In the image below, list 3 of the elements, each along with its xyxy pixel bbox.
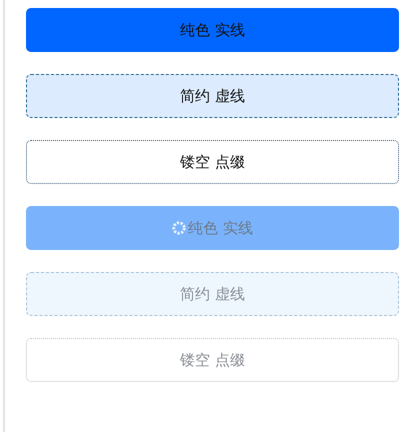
button[interactable]: 简约 虚线: [26, 74, 399, 118]
button[interactable]: 镂空 点缀: [26, 140, 399, 184]
button[interactable]: 纯色 实线: [26, 8, 399, 52]
